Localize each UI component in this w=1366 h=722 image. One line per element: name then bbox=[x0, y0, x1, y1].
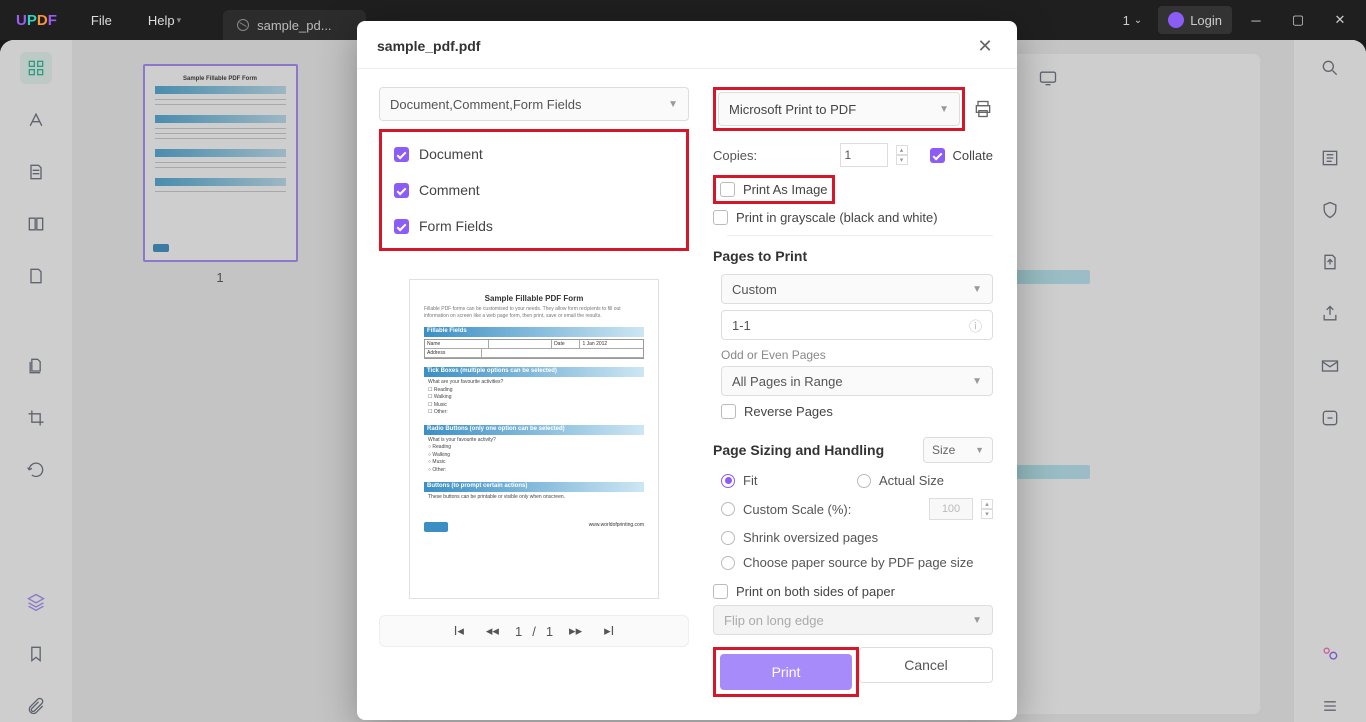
page-range-mode-select[interactable]: Custom▼ bbox=[721, 274, 993, 304]
printer-settings-icon[interactable] bbox=[973, 99, 993, 119]
print-button[interactable]: Print bbox=[720, 654, 852, 690]
pages-to-print-title: Pages to Print bbox=[713, 248, 993, 264]
scale-shrink-radio[interactable] bbox=[721, 531, 735, 545]
grayscale-label: Print in grayscale (black and white) bbox=[736, 210, 938, 225]
print-dialog: sample_pdf.pdf ✕ Document,Comment,Form F… bbox=[357, 21, 1017, 720]
reverse-pages-label: Reverse Pages bbox=[744, 404, 833, 419]
window-close[interactable]: ✕ bbox=[1322, 0, 1358, 40]
menu-file[interactable]: File bbox=[73, 0, 130, 40]
checkbox-checked-icon bbox=[394, 147, 409, 162]
odd-even-select[interactable]: All Pages in Range▼ bbox=[721, 366, 993, 396]
window-maximize[interactable]: ▢ bbox=[1280, 0, 1316, 40]
avatar-icon bbox=[1168, 12, 1184, 28]
option-document[interactable]: Document bbox=[384, 136, 684, 172]
pager-next[interactable]: ▸▸ bbox=[563, 623, 588, 639]
scale-percent-input[interactable] bbox=[929, 498, 973, 520]
login-button[interactable]: Login bbox=[1158, 6, 1232, 34]
scale-fit-radio[interactable] bbox=[721, 474, 735, 488]
scale-down[interactable]: ▾ bbox=[981, 509, 993, 519]
content-type-value: Document,Comment,Form Fields bbox=[390, 97, 581, 112]
beatties-logo-icon bbox=[424, 522, 448, 532]
tab-count[interactable]: 1 ⌄ bbox=[1113, 6, 1153, 34]
sizing-title: Page Sizing and Handling bbox=[713, 442, 884, 458]
preview-pager: I◂ ◂◂ 1 / 1 ▸▸ ▸I bbox=[379, 615, 689, 647]
info-icon: ⓘ bbox=[969, 316, 982, 335]
collate-checkbox[interactable] bbox=[930, 148, 945, 163]
printer-select[interactable]: Microsoft Print to PDF ▼ bbox=[718, 92, 960, 126]
option-form-fields[interactable]: Form Fields bbox=[384, 208, 684, 244]
document-tab[interactable]: sample_pd... bbox=[223, 10, 365, 40]
pager-first[interactable]: I◂ bbox=[448, 623, 470, 639]
scale-up[interactable]: ▴ bbox=[981, 499, 993, 509]
collate-label: Collate bbox=[953, 148, 993, 163]
odd-even-label: Odd or Even Pages bbox=[721, 348, 993, 362]
pager-last[interactable]: ▸I bbox=[598, 623, 620, 639]
content-type-select[interactable]: Document,Comment,Form Fields ▼ bbox=[379, 87, 689, 121]
pager-total: 1 bbox=[546, 624, 553, 639]
printer-value: Microsoft Print to PDF bbox=[729, 102, 856, 117]
print-preview: Sample Fillable PDF Form Fillable PDF fo… bbox=[409, 279, 659, 599]
content-options-group: Document Comment Form Fields bbox=[379, 129, 689, 251]
chevron-down-icon: ▼ bbox=[668, 99, 678, 110]
cancel-button[interactable]: Cancel bbox=[859, 647, 993, 683]
print-as-image-checkbox[interactable] bbox=[720, 182, 735, 197]
copies-label: Copies: bbox=[713, 148, 757, 163]
flip-select: Flip on long edge▼ bbox=[713, 605, 993, 635]
preview-label bbox=[379, 257, 689, 267]
page-range-input[interactable]: 1-1 ⓘ bbox=[721, 310, 993, 340]
copies-down[interactable]: ▾ bbox=[896, 155, 908, 165]
menu-help[interactable]: Help▾ bbox=[130, 0, 199, 40]
tab-doc-icon bbox=[237, 19, 249, 31]
dialog-title: sample_pdf.pdf bbox=[377, 38, 480, 54]
reverse-pages-checkbox[interactable] bbox=[721, 404, 736, 419]
print-as-image-label: Print As Image bbox=[743, 182, 828, 197]
app-logo: UPDF bbox=[0, 12, 73, 29]
checkbox-checked-icon bbox=[394, 219, 409, 234]
scale-source-radio[interactable] bbox=[721, 556, 735, 570]
duplex-checkbox[interactable] bbox=[713, 584, 728, 599]
chevron-down-icon: ▼ bbox=[939, 104, 949, 115]
duplex-label: Print on both sides of paper bbox=[736, 584, 895, 599]
size-mode-select[interactable]: Size▼ bbox=[923, 437, 993, 463]
close-icon[interactable]: ✕ bbox=[973, 34, 997, 58]
pager-prev[interactable]: ◂◂ bbox=[480, 623, 505, 639]
pager-current: 1 bbox=[515, 624, 522, 639]
tab-label: sample_pd... bbox=[257, 18, 331, 33]
copies-up[interactable]: ▴ bbox=[896, 145, 908, 155]
scale-actual-radio[interactable] bbox=[857, 474, 871, 488]
option-comment[interactable]: Comment bbox=[384, 172, 684, 208]
grayscale-checkbox[interactable] bbox=[713, 210, 728, 225]
window-minimize[interactable]: ─ bbox=[1238, 0, 1274, 40]
checkbox-checked-icon bbox=[394, 183, 409, 198]
copies-input[interactable] bbox=[840, 143, 888, 167]
scale-custom-radio[interactable] bbox=[721, 502, 735, 516]
